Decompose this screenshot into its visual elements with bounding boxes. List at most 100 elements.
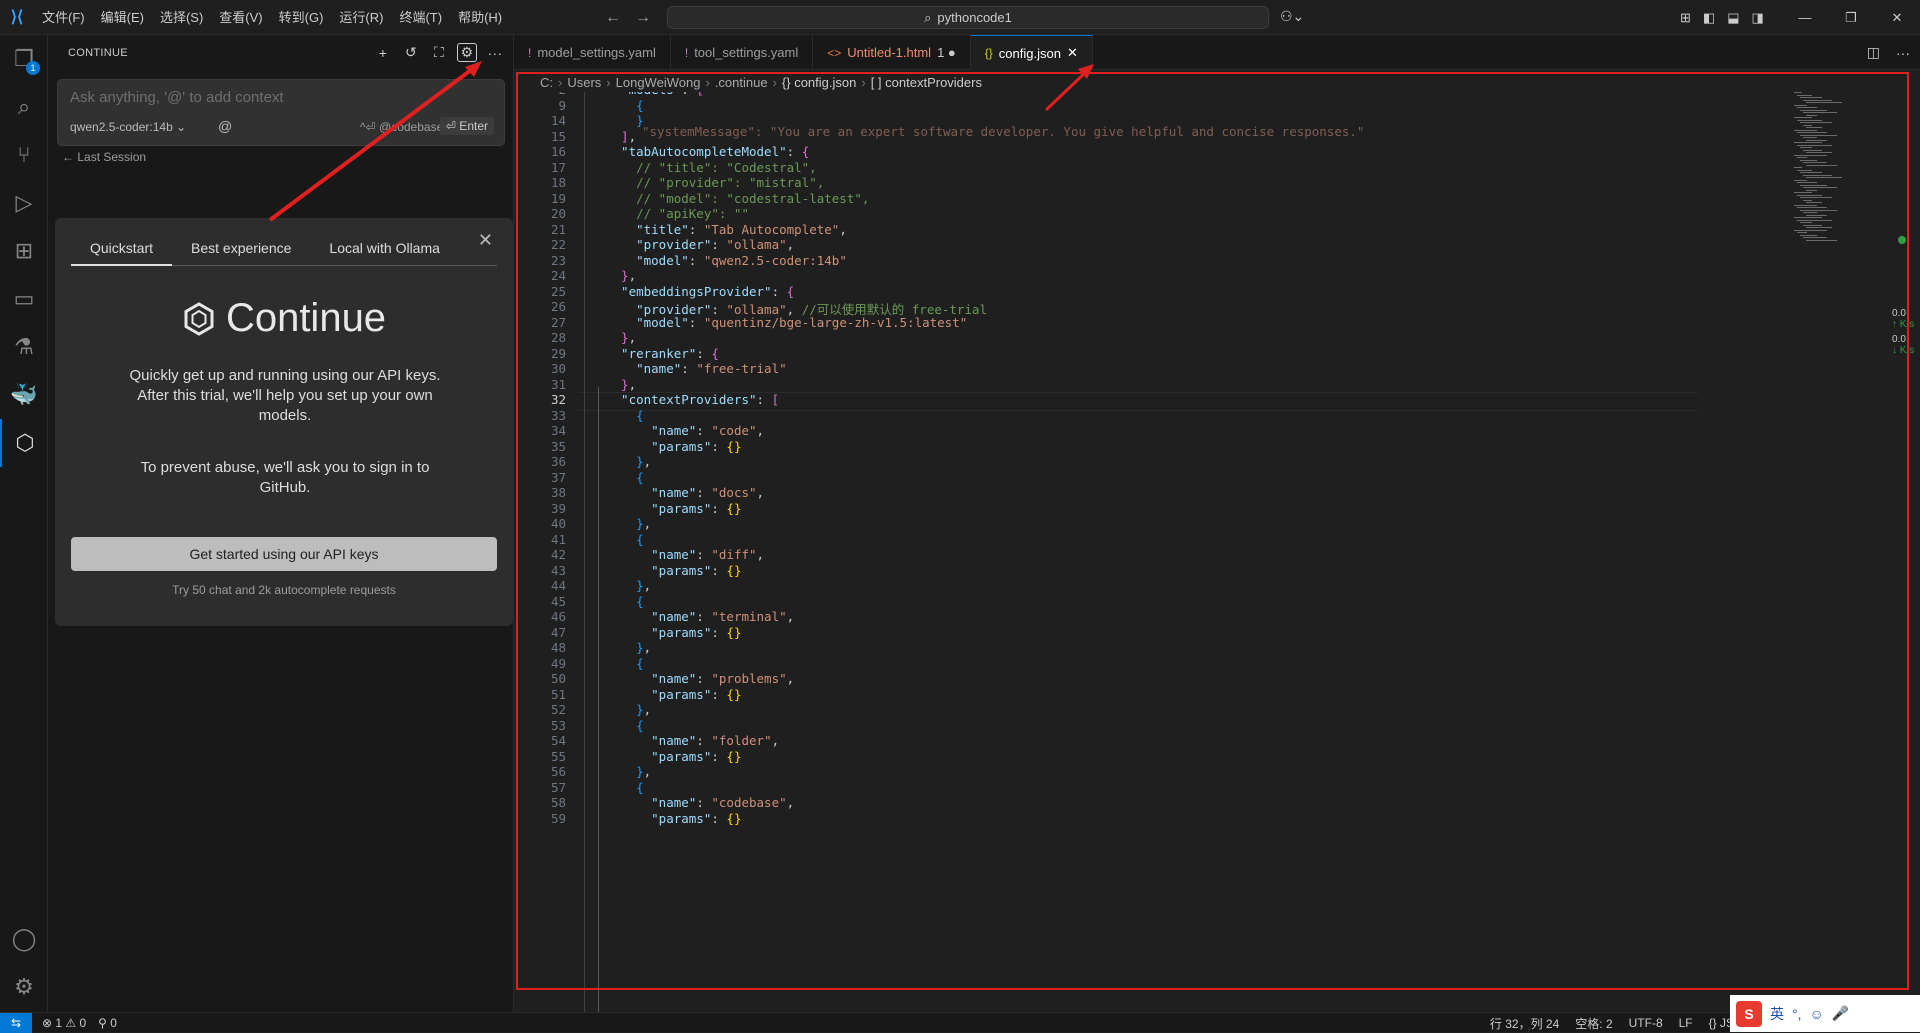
toggle-sidebar-icon[interactable]: ◧ xyxy=(1703,10,1715,26)
minimize-icon[interactable]: — xyxy=(1782,0,1828,35)
tab-model-settings[interactable]: ! model_settings.yaml xyxy=(514,35,671,70)
ime-lang-toggle[interactable]: 英 xyxy=(1770,1004,1784,1024)
vscode-logo-icon[interactable]: ⟩⟨ xyxy=(0,0,34,35)
menu-go[interactable]: 转到(G) xyxy=(271,0,332,35)
split-editor-icon[interactable]: ◫ xyxy=(1867,44,1880,61)
cursor-position[interactable]: 行 32，列 24 xyxy=(1490,1015,1559,1032)
minimap-line xyxy=(1803,149,1822,151)
tab-local-ollama[interactable]: Local with Ollama xyxy=(310,236,459,266)
menu-help[interactable]: 帮助(H) xyxy=(450,0,510,35)
sogou-logo-icon[interactable]: S xyxy=(1736,1000,1762,1027)
minimap[interactable] xyxy=(1790,92,1900,252)
minimap-line xyxy=(1800,234,1817,236)
breadcrumb-item[interactable]: LongWeiWong xyxy=(616,75,701,90)
history-icon[interactable]: ↺ xyxy=(401,44,421,61)
code-text: { xyxy=(606,780,644,795)
copilot-icon[interactable]: ⚇⌄ xyxy=(1280,8,1304,25)
code-text: "provider": "ollama", xyxy=(606,237,794,252)
code-token: : xyxy=(696,609,712,624)
breadcrumb-item[interactable]: [ ] contextProviders xyxy=(871,75,982,90)
code-token: : xyxy=(711,624,727,640)
get-started-button[interactable]: Get started using our API keys xyxy=(71,537,497,571)
code-token: , xyxy=(756,547,765,562)
code-text: "embeddingsProvider": { xyxy=(606,284,794,299)
chat-input[interactable]: Ask anything, '@' to add context qwen2.5… xyxy=(57,79,505,146)
customize-layout-icon[interactable]: ⊞ xyxy=(1680,10,1691,26)
breadcrumb-item[interactable]: Users xyxy=(567,75,601,90)
tab-tool-settings[interactable]: ! tool_settings.yaml xyxy=(671,35,814,70)
code-token: "Tab Autocomplete" xyxy=(703,221,840,237)
breadcrumb-item[interactable]: {} config.json xyxy=(782,75,856,90)
new-session-icon[interactable]: + xyxy=(373,45,393,61)
menu-run[interactable]: 运行(R) xyxy=(331,0,391,35)
editor-tab-bar: ! model_settings.yaml ! tool_settings.yaml… xyxy=(514,35,1920,70)
tab-best-experience[interactable]: Best experience xyxy=(172,236,310,266)
ime-voice[interactable]: 🎤 xyxy=(1832,1005,1849,1022)
more-actions-icon[interactable]: ··· xyxy=(485,45,505,61)
tab-close-icon[interactable]: ✕ xyxy=(1067,45,1078,61)
restore-icon[interactable]: ❐ xyxy=(1828,0,1874,35)
codebase-shortcut[interactable]: ^⏎ @codebase xyxy=(360,120,443,134)
tab-untitled-html[interactable]: <> Untitled-1.html 1 ● xyxy=(813,35,971,70)
back-arrow-icon[interactable]: ← xyxy=(605,9,621,27)
continue-icon[interactable]: ⬡ xyxy=(0,419,48,467)
code-text: }, xyxy=(606,764,651,779)
code-token: , xyxy=(628,376,637,392)
settings-gear-icon[interactable]: ⚙ xyxy=(457,43,477,62)
code-editor[interactable]: "systemMessage": "You are an expert soft… xyxy=(514,92,1794,1012)
extensions-icon[interactable]: ⊞ xyxy=(0,227,48,275)
search-icon[interactable]: ⌕ xyxy=(0,83,48,131)
toggle-panel-icon[interactable]: ⬓ xyxy=(1727,10,1739,26)
menu-view[interactable]: 查看(V) xyxy=(211,0,270,35)
ports-indicator[interactable]: ⚲ 0 xyxy=(98,1016,117,1030)
fullscreen-icon[interactable]: ⛶ xyxy=(429,44,449,61)
code-token: { xyxy=(606,655,644,671)
menu-file[interactable]: 文件(F) xyxy=(34,0,93,35)
code-token: , xyxy=(786,237,795,252)
run-debug-icon[interactable]: ▷ xyxy=(0,179,48,227)
remote-explorer-icon[interactable]: ▭ xyxy=(0,275,48,323)
menu-terminal[interactable]: 终端(T) xyxy=(391,0,450,35)
code-text: "name": "diff", xyxy=(606,547,764,562)
code-token: "ollama" xyxy=(726,237,787,252)
indentation[interactable]: 空格: 2 xyxy=(1575,1015,1612,1032)
command-center[interactable]: ⌕ pythoncode1 xyxy=(667,6,1269,29)
tab-config-json[interactable]: {} config.json ✕ xyxy=(970,35,1093,70)
code-text: // "title": "Codestral", xyxy=(606,160,817,175)
line-ending[interactable]: LF xyxy=(1679,1016,1693,1030)
ime-punct[interactable]: °, xyxy=(1792,1006,1802,1022)
forward-arrow-icon[interactable]: → xyxy=(635,9,651,27)
breadcrumb-item[interactable]: .continue xyxy=(715,75,768,90)
close-icon[interactable]: ✕ xyxy=(478,230,493,251)
last-session-link[interactable]: ← Last Session xyxy=(62,150,146,164)
manage-gear-icon[interactable]: ⚙ xyxy=(0,963,48,1011)
code-token: "model" xyxy=(606,252,689,268)
model-selector[interactable]: qwen2.5-coder:14b ⌄ xyxy=(70,120,186,134)
code-text: "name": "codebase", xyxy=(606,795,794,810)
chevron-right-icon: › xyxy=(772,74,777,90)
remote-indicator-icon[interactable]: ⇆ xyxy=(0,1012,32,1033)
menu-edit[interactable]: 编辑(E) xyxy=(93,0,152,35)
code-token: { xyxy=(711,345,719,361)
chevron-right-icon: › xyxy=(606,74,611,90)
at-mention-icon[interactable]: @ xyxy=(218,118,232,134)
breadcrumb-item[interactable]: C: xyxy=(540,75,553,90)
source-control-icon[interactable]: ⑂ xyxy=(0,131,48,179)
explorer-icon[interactable]: ❐ 1 xyxy=(0,35,48,83)
code-token: [ xyxy=(771,392,780,407)
docker-icon[interactable]: 🐳 xyxy=(0,371,48,419)
problems-indicator[interactable]: ⊗ 1 ⚠ 0 xyxy=(42,1016,86,1030)
code-text: "params": {} xyxy=(606,811,741,826)
minimap-line xyxy=(1797,94,1812,96)
close-window-icon[interactable]: ✕ xyxy=(1874,0,1920,35)
code-token: "codebase" xyxy=(711,795,787,810)
menu-selection[interactable]: 选择(S) xyxy=(152,0,211,35)
tab-quickstart[interactable]: Quickstart xyxy=(71,236,173,266)
testing-icon[interactable]: ⚗ xyxy=(0,323,48,371)
editor-more-icon[interactable]: ··· xyxy=(1896,45,1910,61)
enter-button[interactable]: ⏎ Enter xyxy=(439,117,494,135)
ime-emoji[interactable]: ☺ xyxy=(1810,1006,1824,1022)
encoding[interactable]: UTF-8 xyxy=(1629,1016,1663,1030)
account-icon[interactable]: ◯ xyxy=(0,915,48,963)
toggle-secondary-sidebar-icon[interactable]: ◨ xyxy=(1752,10,1764,26)
